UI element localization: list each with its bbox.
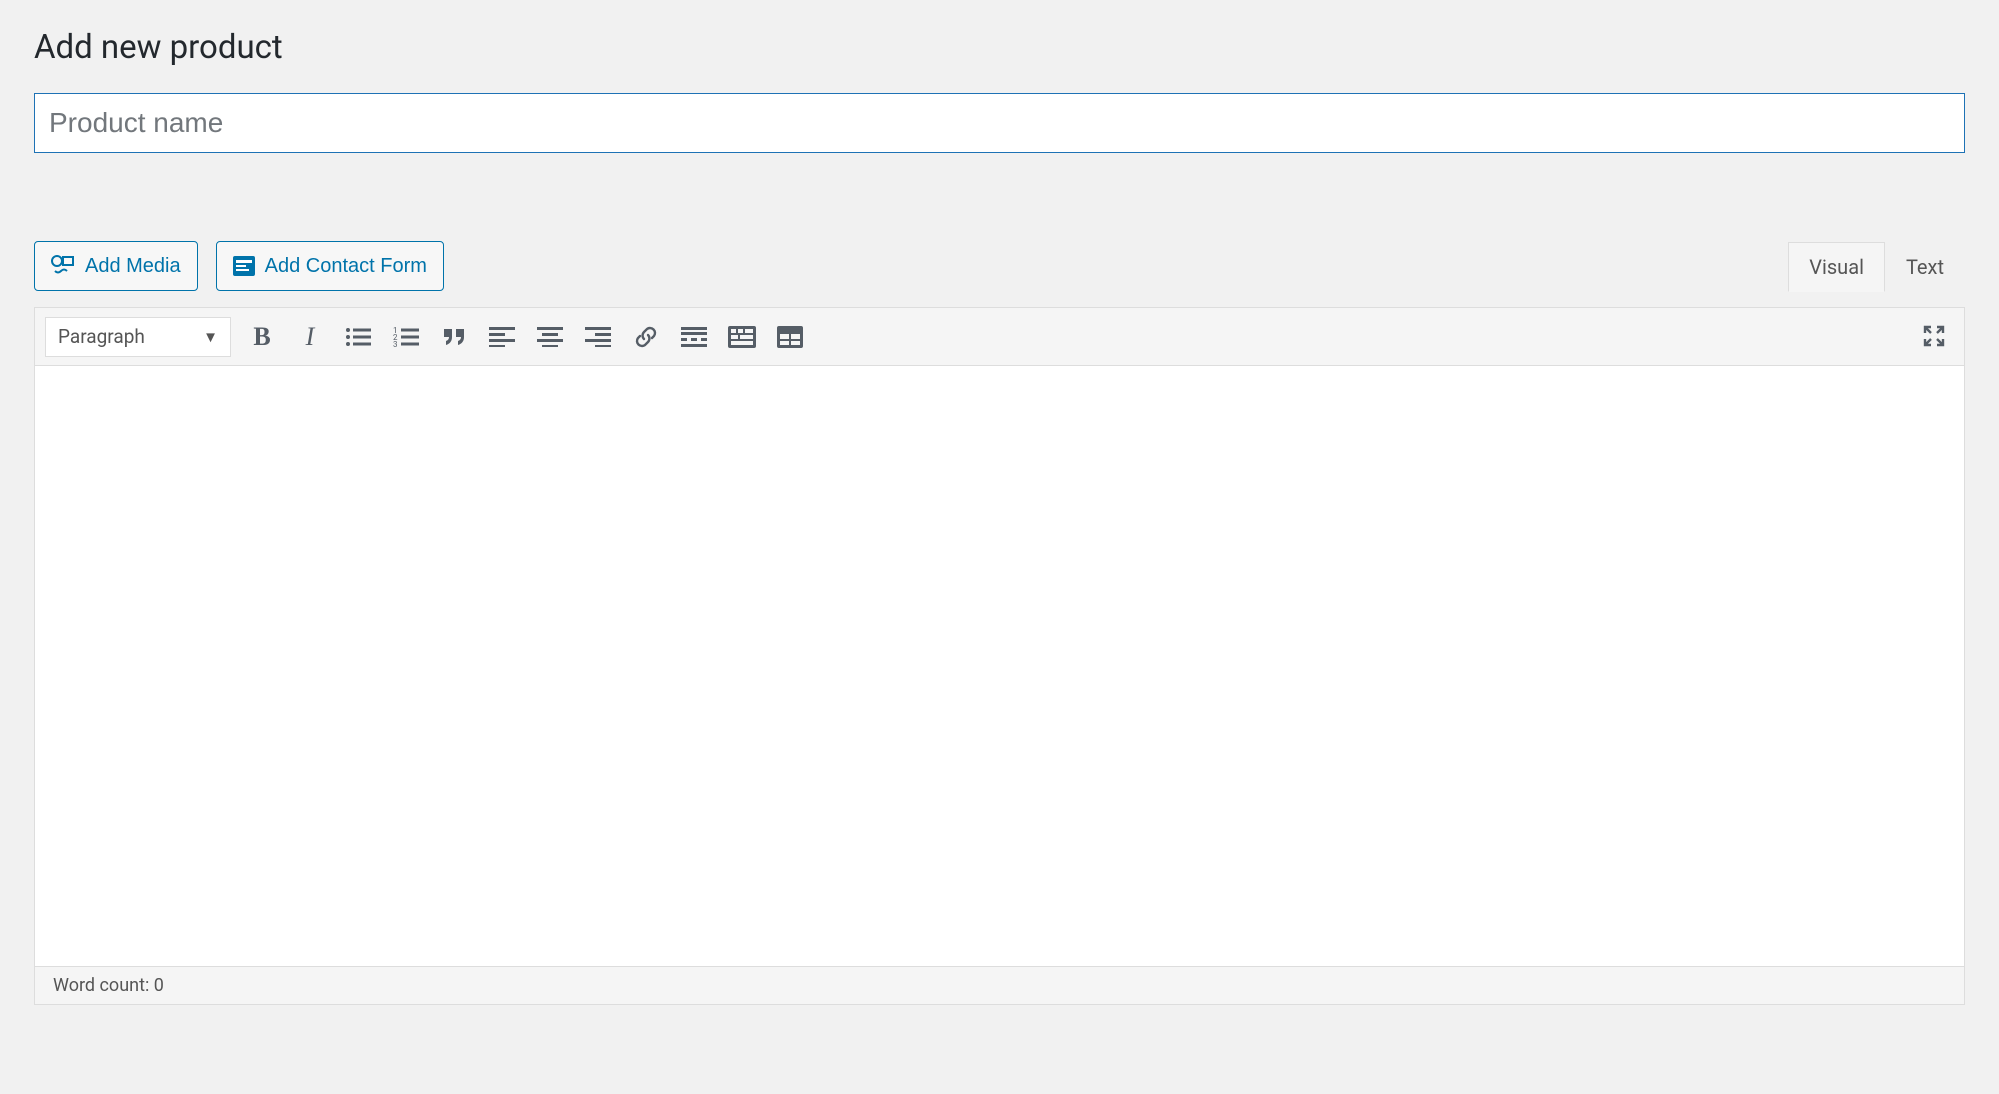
fullscreen-button[interactable] — [1918, 320, 1950, 352]
editor-tabs: Visual Text — [1788, 242, 1965, 292]
chevron-down-icon: ▼ — [203, 328, 218, 346]
add-contact-form-label: Add Contact Form — [265, 255, 427, 278]
bullet-list-button[interactable] — [343, 322, 373, 352]
number-list-button[interactable]: 1 2 3 — [391, 322, 421, 352]
tab-text[interactable]: Text — [1885, 242, 1965, 292]
editor-toolbar: Paragraph ▼ B I 1 2 3 — [35, 308, 1964, 366]
bold-button[interactable]: B — [247, 322, 277, 352]
word-count-value: 0 — [154, 975, 164, 996]
table-icon — [777, 326, 803, 348]
toolbar-group: B I 1 2 3 — [247, 322, 805, 352]
add-product-page: Add new product Add Media — [0, 0, 1999, 1094]
blockquote-button[interactable] — [439, 322, 469, 352]
content-editor[interactable] — [35, 366, 1964, 966]
italic-icon: I — [306, 322, 315, 352]
toolbar-toggle-button[interactable] — [727, 322, 757, 352]
align-left-icon — [489, 327, 515, 347]
link-icon — [634, 325, 658, 349]
table-button[interactable] — [775, 322, 805, 352]
align-right-icon — [585, 327, 611, 347]
bold-icon: B — [253, 322, 270, 352]
toolbar-toggle-icon — [728, 326, 756, 348]
word-count-label: Word count: — [53, 975, 154, 996]
editor-status-bar: Word count: 0 — [35, 966, 1964, 1004]
blockquote-icon — [442, 327, 466, 347]
product-name-input[interactable] — [34, 93, 1965, 153]
title-input-wrap — [34, 93, 1965, 241]
align-right-button[interactable] — [583, 322, 613, 352]
format-select-value: Paragraph — [58, 325, 145, 348]
italic-button[interactable]: I — [295, 322, 325, 352]
add-media-label: Add Media — [85, 255, 181, 278]
media-icon — [51, 255, 75, 277]
align-center-icon — [537, 327, 563, 347]
link-button[interactable] — [631, 322, 661, 352]
svg-text:3: 3 — [393, 340, 398, 348]
add-contact-form-button[interactable]: Add Contact Form — [216, 241, 444, 291]
page-title: Add new product — [34, 28, 1965, 67]
bullet-list-icon — [345, 326, 371, 348]
align-center-button[interactable] — [535, 322, 565, 352]
format-select[interactable]: Paragraph ▼ — [45, 317, 231, 357]
media-button-row: Add Media Add Contact Form Visual Text — [34, 241, 1965, 291]
tab-visual[interactable]: Visual — [1788, 242, 1885, 292]
form-icon — [233, 256, 255, 276]
fullscreen-icon — [1922, 324, 1946, 348]
read-more-button[interactable] — [679, 322, 709, 352]
editor-container: Paragraph ▼ B I 1 2 3 — [34, 307, 1965, 1005]
add-media-button[interactable]: Add Media — [34, 241, 198, 291]
number-list-icon: 1 2 3 — [393, 326, 419, 348]
read-more-icon — [681, 327, 707, 347]
align-left-button[interactable] — [487, 322, 517, 352]
